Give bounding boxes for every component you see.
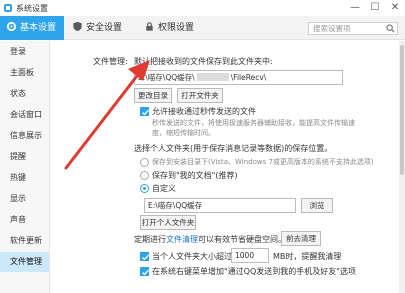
tab-permission-settings[interactable]: 权限设置 xyxy=(144,16,208,40)
sidebar: 登录 主面板 状态 会话窗口 信息展示 提醒 热键 显示 声音 软件更新 文件管… xyxy=(0,41,50,293)
sidebar-item-hotkeys[interactable]: 热键 xyxy=(0,168,49,188)
vertical-scrollbar[interactable] xyxy=(399,41,405,293)
tab-label: 安全设置 xyxy=(86,23,123,33)
file-management-panel: 文件管理: 默认把接收到的文件保存到此文件夹中: E:\喵存\QQ缓存\ \Fil… xyxy=(51,41,405,293)
allow-instant-label: 允许接收通过秒传发送的文件 xyxy=(152,107,256,116)
sidebar-item-reminders[interactable]: 提醒 xyxy=(0,147,49,167)
size-limit-input[interactable]: 1000 xyxy=(231,248,269,263)
close-button[interactable]: ✕ xyxy=(385,0,405,16)
context-menu-label: 在系统右键菜单增加"通过QQ发送到我的手机及好友"选项 xyxy=(152,267,356,276)
cleanup-text: 定期进行文件清理可以有效节省硬盘空间。 xyxy=(134,234,286,245)
sidebar-item-file-management[interactable]: 文件管理 xyxy=(0,252,49,272)
change-directory-button[interactable]: 更改目录 xyxy=(134,88,172,103)
section-label: 文件管理: xyxy=(93,57,128,66)
checkmark-icon xyxy=(142,269,149,276)
checkmark-icon xyxy=(142,109,149,116)
option-install-dir-label: 保存到安装目录下(Vista、Windows 7或更高版本的系统不支持此选项) xyxy=(152,158,374,166)
sidebar-item-status[interactable]: 状态 xyxy=(0,84,49,104)
tab-bar: 基本设置 安全设置 权限设置 搜索设置项 xyxy=(0,16,405,40)
sidebar-item-software-update[interactable]: 软件更新 xyxy=(0,231,49,251)
radio-my-documents[interactable] xyxy=(140,171,149,180)
cleanup-prefix: 定期进行 xyxy=(134,235,166,244)
search-icon[interactable] xyxy=(386,24,395,33)
sidebar-item-main-panel[interactable]: 主面板 xyxy=(0,63,49,83)
window-title: 系统设置 xyxy=(16,4,48,13)
allow-instant-checkbox[interactable] xyxy=(140,107,149,116)
instant-description-line1: 秒传发送的文件，将使用极速服务器辅助接收，能提高文件传输速 xyxy=(152,119,355,127)
search-input[interactable]: 搜索设置项 xyxy=(308,22,398,35)
option-my-docs-label: 保存到"我的文档"(推荐) xyxy=(152,171,238,180)
lock-icon xyxy=(146,22,153,31)
receive-folder-path-field[interactable]: E:\喵存\QQ缓存\ \FileRecv\ xyxy=(134,70,343,85)
sidebar-item-display[interactable]: 显示 xyxy=(0,189,49,209)
instant-description-line2: 度，缩短传输时间。 xyxy=(152,129,215,137)
sidebar-item-info-display[interactable]: 信息展示 xyxy=(0,126,49,146)
tab-basic-settings[interactable]: 基本设置 xyxy=(0,16,64,40)
cleanup-suffix: 可以有效节省硬盘空间。 xyxy=(198,235,286,244)
custom-path-field[interactable]: E:\喵存\QQ缓存 xyxy=(144,198,296,213)
context-menu-checkbox[interactable] xyxy=(140,267,149,276)
minimize-button[interactable]: — xyxy=(345,0,365,16)
sidebar-item-login[interactable]: 登录 xyxy=(0,42,49,62)
size-limit-checkbox[interactable] xyxy=(140,252,149,261)
gear-icon xyxy=(6,21,17,32)
sidebar-item-chat-window[interactable]: 会话窗口 xyxy=(0,105,49,125)
file-cleanup-link[interactable]: 文件清理 xyxy=(166,235,198,244)
title-bar: 系统设置 — ☐ ✕ xyxy=(0,0,405,16)
path-prefix: E:\喵存\QQ缓存\ xyxy=(138,73,195,82)
default-save-label: 默认把接收到的文件保存到此文件夹中: xyxy=(134,57,273,66)
tab-security-settings[interactable]: 安全设置 xyxy=(72,16,136,40)
shield-icon xyxy=(73,21,82,32)
browse-button[interactable]: 浏览 xyxy=(301,198,333,213)
personal-folder-label: 选择个人文件夹(用于保存消息记录等数据)的保存位置。 xyxy=(134,144,333,153)
tab-label: 基本设置 xyxy=(20,23,57,33)
go-cleanup-button[interactable]: 前去清理 xyxy=(281,231,321,246)
path-suffix: \FileRecv\ xyxy=(230,73,267,82)
scrollbar-thumb[interactable] xyxy=(400,45,404,175)
search-placeholder: 搜索设置项 xyxy=(313,24,351,33)
redacted-segment xyxy=(196,73,229,81)
app-icon xyxy=(4,4,12,12)
checkmark-icon xyxy=(142,254,149,261)
tab-label: 权限设置 xyxy=(158,23,195,33)
open-personal-folder-button[interactable]: 打开个人文件夹 xyxy=(140,215,196,230)
size-limit-suffix: MB时，提醒我清理 xyxy=(273,252,342,261)
radio-install-dir[interactable] xyxy=(140,158,149,167)
open-folder-button[interactable]: 打开文件夹 xyxy=(177,88,223,103)
radio-custom[interactable] xyxy=(140,184,149,193)
maximize-button[interactable]: ☐ xyxy=(365,0,385,16)
size-limit-prefix: 当个人文件夹大小超过 xyxy=(152,252,232,261)
option-custom-label: 自定义 xyxy=(152,184,176,193)
sidebar-item-sound[interactable]: 声音 xyxy=(0,210,49,230)
